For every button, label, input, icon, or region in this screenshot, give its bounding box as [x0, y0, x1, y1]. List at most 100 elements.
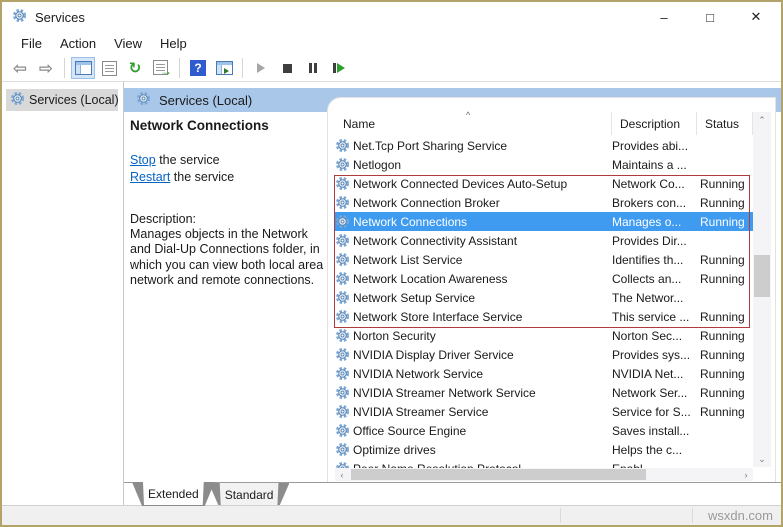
back-button[interactable]: ⇦	[8, 57, 32, 79]
export-list-icon: →	[153, 60, 169, 76]
help-button[interactable]: ?	[186, 57, 210, 79]
service-row[interactable]: Network Connected Devices Auto-Setup Net…	[335, 174, 753, 193]
start-service-button[interactable]	[249, 57, 273, 79]
scroll-up-icon[interactable]: ⌃	[753, 112, 771, 128]
service-gear-icon	[335, 271, 350, 286]
horizontal-scroll-thumb[interactable]	[351, 469, 646, 480]
service-gear-icon	[335, 423, 353, 438]
tab-extended[interactable]: Extended	[132, 482, 215, 506]
scroll-right-icon[interactable]: ›	[739, 468, 753, 481]
service-gear-icon	[335, 252, 353, 267]
column-header-name[interactable]: Name ^	[335, 112, 612, 135]
service-gear-icon	[335, 233, 350, 248]
service-row[interactable]: NVIDIA Network Service NVIDIA Net... Run…	[335, 364, 753, 383]
refresh-button[interactable]: ↻	[123, 57, 147, 79]
pause-service-button[interactable]	[301, 57, 325, 79]
service-name: NVIDIA Network Service	[353, 367, 612, 381]
window-controls: – □ ✕	[641, 2, 781, 32]
app-gear-icon	[12, 8, 27, 26]
service-gear-icon	[335, 195, 350, 210]
service-name: Network List Service	[353, 253, 612, 267]
service-description-text: Manages objects in the Network and Dial-…	[130, 227, 328, 289]
service-gear-icon	[10, 91, 25, 106]
restart-service-button[interactable]	[327, 57, 351, 79]
pause-icon	[309, 63, 317, 73]
menu-view[interactable]: View	[105, 34, 151, 53]
service-name: Network Connections	[353, 215, 612, 229]
column-header-description[interactable]: Description	[612, 112, 697, 135]
service-status: Running	[700, 215, 753, 229]
close-button[interactable]: ✕	[733, 2, 779, 32]
service-description: The Networ...	[612, 291, 700, 305]
service-gear-icon	[335, 176, 350, 191]
service-status: Running	[700, 272, 753, 286]
service-status: Running	[700, 177, 753, 191]
service-row[interactable]: Network Store Interface Service This ser…	[335, 307, 753, 326]
scroll-down-icon[interactable]: ⌄	[753, 451, 771, 467]
restart-service-line: Restart the service	[130, 169, 330, 186]
horizontal-scrollbar[interactable]: ‹ ›	[335, 468, 753, 481]
stop-service-button[interactable]	[275, 57, 299, 79]
services-gear-icon	[10, 91, 25, 109]
service-row[interactable]: Net.Tcp Port Sharing Service Provides ab…	[335, 136, 753, 155]
properties-button[interactable]	[97, 57, 121, 79]
service-row[interactable]: Network Connection Broker Brokers con...…	[335, 193, 753, 212]
selected-service-title: Network Connections	[130, 118, 330, 133]
service-row[interactable]: Office Source Engine Saves install...	[335, 421, 753, 440]
restart-service-link[interactable]: Restart	[130, 170, 170, 184]
service-row[interactable]: Netlogon Maintains a ...	[335, 155, 753, 174]
service-row[interactable]: NVIDIA Streamer Service Service for S...…	[335, 402, 753, 421]
vertical-scroll-thumb[interactable]	[754, 255, 770, 297]
service-name: Network Connectivity Assistant	[353, 234, 612, 248]
service-row[interactable]: Network List Service Identifies th... Ru…	[335, 250, 753, 269]
vertical-scrollbar[interactable]: ⌃ ⌄	[753, 112, 771, 467]
restart-icon	[333, 63, 345, 73]
title-bar[interactable]: Services – □ ✕	[2, 2, 781, 32]
export-list-button[interactable]: →	[149, 57, 173, 79]
service-status: Running	[700, 196, 753, 210]
service-gear-icon	[335, 271, 353, 286]
scroll-left-icon[interactable]: ‹	[335, 468, 349, 481]
service-description: Identifies th...	[612, 253, 700, 267]
sidebar-item-services-local[interactable]: Services (Local)	[6, 89, 118, 111]
service-gear-icon	[335, 404, 350, 419]
stop-service-line: Stop the service	[130, 152, 330, 169]
minimize-button[interactable]: –	[641, 2, 687, 32]
service-row[interactable]: Network Connections Manages o... Running	[335, 212, 753, 231]
service-row[interactable]: Norton Security Norton Sec... Running	[335, 326, 753, 345]
service-name: Net.Tcp Port Sharing Service	[353, 139, 612, 153]
menu-file[interactable]: File	[12, 34, 51, 53]
show-console-tree-button[interactable]	[71, 57, 95, 79]
service-row[interactable]: Network Setup Service The Networ...	[335, 288, 753, 307]
main-pane: Services (Local) Network Connections Sto…	[124, 82, 781, 505]
service-status: Running	[700, 405, 753, 419]
menu-help[interactable]: Help	[151, 34, 196, 53]
forward-button[interactable]: ⇨	[34, 57, 58, 79]
service-row[interactable]: Network Location Awareness Collects an..…	[335, 269, 753, 288]
maximize-button[interactable]: □	[687, 2, 733, 32]
menu-action[interactable]: Action	[51, 34, 105, 53]
play-icon	[257, 63, 265, 73]
service-name: NVIDIA Streamer Network Service	[353, 386, 612, 400]
service-description: Provides abi...	[612, 139, 700, 153]
service-description: Collects an...	[612, 272, 700, 286]
service-description: NVIDIA Net...	[612, 367, 700, 381]
service-gear-icon	[12, 8, 27, 23]
service-description: This service ...	[612, 310, 700, 324]
service-gear-icon	[335, 214, 353, 229]
refresh-icon: ↻	[129, 61, 142, 76]
service-row[interactable]: NVIDIA Display Driver Service Provides s…	[335, 345, 753, 364]
arrow-right-icon: ⇨	[39, 60, 53, 77]
column-header-status[interactable]: Status	[697, 112, 753, 135]
toolbar-separator	[64, 58, 65, 78]
service-row[interactable]: Optimize drives Helps the c...	[335, 440, 753, 459]
extended-view-button[interactable]	[212, 57, 236, 79]
service-row[interactable]: Network Connectivity Assistant Provides …	[335, 231, 753, 250]
stop-icon	[283, 64, 292, 73]
properties-icon	[102, 61, 117, 76]
service-row[interactable]: NVIDIA Streamer Network Service Network …	[335, 383, 753, 402]
service-description: Saves install...	[612, 424, 700, 438]
stop-service-link[interactable]: Stop	[130, 153, 156, 167]
tab-standard[interactable]: Standard	[209, 483, 290, 506]
service-gear-icon	[335, 157, 353, 172]
